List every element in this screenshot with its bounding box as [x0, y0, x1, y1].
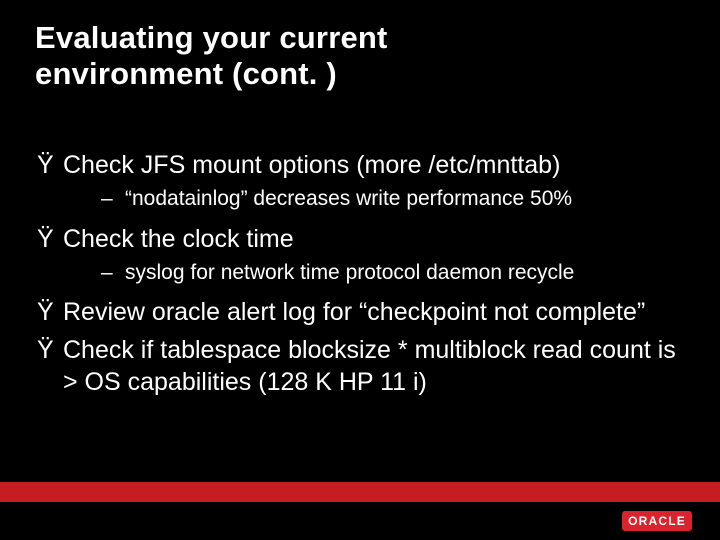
- sub-bullet-item: – “nodatainlog” decreases write performa…: [101, 185, 690, 212]
- bullet-item: Ÿ Review oracle alert log for “checkpoin…: [37, 296, 690, 328]
- bullet-text: Check JFS mount options (more /etc/mntta…: [63, 149, 690, 181]
- slide: Evaluating your current environment (con…: [0, 0, 720, 540]
- footer-black-bar: ORACLE: [0, 502, 720, 540]
- bullet-mark: Ÿ: [37, 223, 63, 255]
- slide-content: Ÿ Check JFS mount options (more /etc/mnt…: [35, 149, 690, 398]
- sub-bullet-mark: –: [101, 185, 125, 212]
- bullet-mark: Ÿ: [37, 334, 63, 398]
- bullet-item: Ÿ Check the clock time: [37, 223, 690, 255]
- footer-red-bar: [0, 482, 720, 502]
- bullet-item: Ÿ Check JFS mount options (more /etc/mnt…: [37, 149, 690, 181]
- bullet-mark: Ÿ: [37, 149, 63, 181]
- slide-title: Evaluating your current environment (con…: [35, 20, 690, 91]
- title-line-1: Evaluating your current: [35, 20, 388, 55]
- bullet-mark: Ÿ: [37, 296, 63, 328]
- oracle-logo-text: ORACLE: [628, 514, 686, 528]
- bullet-item: Ÿ Check if tablespace blocksize * multib…: [37, 334, 690, 398]
- sub-bullet-mark: –: [101, 259, 125, 286]
- title-line-2: environment (cont. ): [35, 56, 337, 91]
- sub-bullet-text: “nodatainlog” decreases write performanc…: [125, 185, 690, 212]
- sub-bullet-item: – syslog for network time protocol daemo…: [101, 259, 690, 286]
- sub-bullet-text: syslog for network time protocol daemon …: [125, 259, 690, 286]
- slide-footer: ORACLE: [0, 482, 720, 540]
- oracle-logo: ORACLE: [622, 511, 692, 531]
- bullet-text: Check if tablespace blocksize * multiblo…: [63, 334, 690, 398]
- bullet-text: Check the clock time: [63, 223, 690, 255]
- bullet-text: Review oracle alert log for “checkpoint …: [63, 296, 690, 328]
